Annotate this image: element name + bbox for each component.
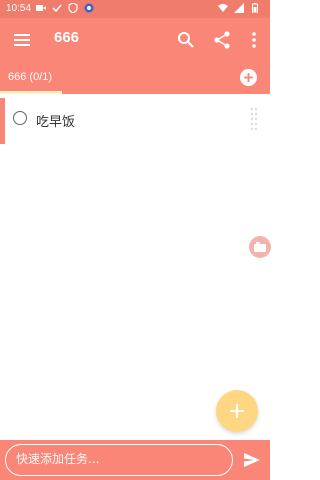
battery-icon bbox=[252, 3, 258, 13]
share-icon[interactable] bbox=[212, 30, 232, 50]
tab-list-666[interactable]: 666 (0/1) bbox=[8, 71, 52, 83]
task-priority-bar bbox=[0, 98, 5, 144]
quick-add-placeholder: 快速添加任务... bbox=[16, 452, 100, 466]
status-notification-icons bbox=[36, 3, 94, 13]
add-circle-icon[interactable] bbox=[240, 69, 257, 86]
task-row[interactable]: 吃早饭 bbox=[0, 98, 270, 144]
video-icon bbox=[36, 5, 46, 11]
tab-bar: 666 (0/1) bbox=[0, 62, 270, 94]
app-bar: 666 bbox=[0, 18, 270, 62]
drag-handle-icon[interactable] bbox=[249, 106, 259, 134]
signal-icon bbox=[234, 3, 244, 13]
more-vert-icon[interactable] bbox=[244, 30, 264, 50]
status-system-icons bbox=[218, 3, 260, 13]
search-icon[interactable] bbox=[176, 30, 196, 50]
check-icon bbox=[52, 4, 62, 13]
wifi-icon bbox=[218, 4, 228, 12]
task-checkbox[interactable] bbox=[13, 111, 27, 125]
menu-icon[interactable] bbox=[12, 30, 32, 50]
quick-add-input[interactable]: 快速添加任务... bbox=[5, 444, 233, 476]
app-notification-icon bbox=[84, 3, 94, 13]
send-icon[interactable] bbox=[242, 450, 262, 470]
status-bar: 10:54 bbox=[0, 0, 270, 18]
shield-icon bbox=[68, 3, 78, 13]
page-title: 666 bbox=[54, 29, 80, 46]
side-action-icon bbox=[254, 242, 266, 252]
tab-indicator bbox=[0, 91, 62, 94]
quick-add-bar: 快速添加任务... bbox=[0, 440, 270, 480]
add-icon bbox=[230, 404, 244, 418]
add-task-fab[interactable] bbox=[216, 390, 258, 432]
side-action-button[interactable] bbox=[249, 236, 271, 258]
status-time: 10:54 bbox=[6, 3, 32, 14]
task-label: 吃早饭 bbox=[36, 115, 76, 130]
